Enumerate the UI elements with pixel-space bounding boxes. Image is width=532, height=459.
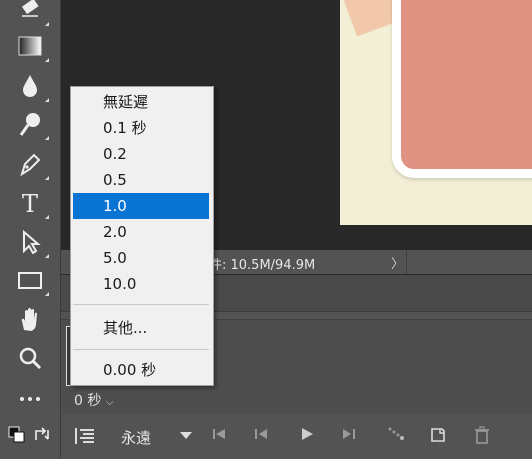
play-icon[interactable]	[299, 426, 315, 446]
dodge-icon[interactable]	[14, 108, 49, 140]
loop-options-label: 永遠	[121, 429, 152, 447]
menu-item-0-1[interactable]: 0.1 秒	[73, 115, 209, 141]
loop-dropdown-arrow-icon[interactable]	[179, 428, 193, 446]
document-canvas[interactable]	[340, 0, 532, 225]
menu-separator	[73, 304, 209, 305]
menu-item-10-0[interactable]: 10.0	[73, 271, 209, 297]
more-tools-icon[interactable]	[14, 381, 46, 413]
tween-icon[interactable]	[387, 426, 405, 446]
previous-frame-icon[interactable]	[253, 426, 269, 446]
timeline-controls: 永遠	[61, 414, 532, 459]
menu-item-other[interactable]: 其他...	[73, 315, 209, 341]
type-icon[interactable]: T	[14, 187, 49, 219]
svg-text:T: T	[22, 190, 38, 218]
zoom-icon[interactable]	[14, 342, 46, 374]
hand-icon[interactable]	[14, 303, 46, 335]
duplicate-frame-icon[interactable]	[429, 426, 447, 448]
next-frame-icon[interactable]	[341, 426, 357, 446]
default-colors-icon[interactable]	[8, 426, 26, 448]
frame-delay-menu: 無延遲 0.1 秒 0.2 0.5 1.0 2.0 5.0 10.0 其他...…	[70, 86, 214, 386]
document-size-info: 件: 10.5M/94.9M	[209, 258, 316, 273]
gradient-icon[interactable]	[14, 30, 49, 62]
trash-icon[interactable]	[473, 426, 491, 448]
convert-timeline-icon[interactable]	[73, 426, 97, 450]
menu-item-2-0[interactable]: 2.0	[73, 219, 209, 245]
pen-icon[interactable]	[14, 148, 49, 180]
rectangle-icon[interactable]	[14, 264, 49, 296]
menu-item-1-0[interactable]: 1.0	[73, 193, 209, 219]
status-divider	[406, 250, 407, 274]
first-frame-icon[interactable]	[211, 426, 227, 446]
chevron-right-icon[interactable]: 〉	[391, 253, 404, 272]
tools-panel: T	[0, 0, 61, 459]
menu-item-5-0[interactable]: 5.0	[73, 245, 209, 271]
eraser-icon[interactable]	[14, 0, 49, 26]
swap-colors-icon[interactable]	[33, 426, 51, 448]
frame-delay-dropdown[interactable]: 0 秒 ⌵	[74, 390, 113, 410]
path-selection-icon[interactable]	[14, 226, 49, 258]
menu-item-current-delay[interactable]: 0.00 秒	[73, 357, 209, 383]
frame-delay-label: 0 秒	[74, 393, 102, 409]
chevron-down-icon: ⌵	[105, 397, 114, 408]
blur-drop-icon[interactable]	[14, 70, 49, 102]
menu-separator	[73, 349, 209, 350]
menu-item-0-2[interactable]: 0.2	[73, 141, 209, 167]
canvas-card-shape	[392, 0, 532, 178]
menu-item-0-5[interactable]: 0.5	[73, 167, 209, 193]
menu-item-no-delay[interactable]: 無延遲	[73, 89, 209, 115]
